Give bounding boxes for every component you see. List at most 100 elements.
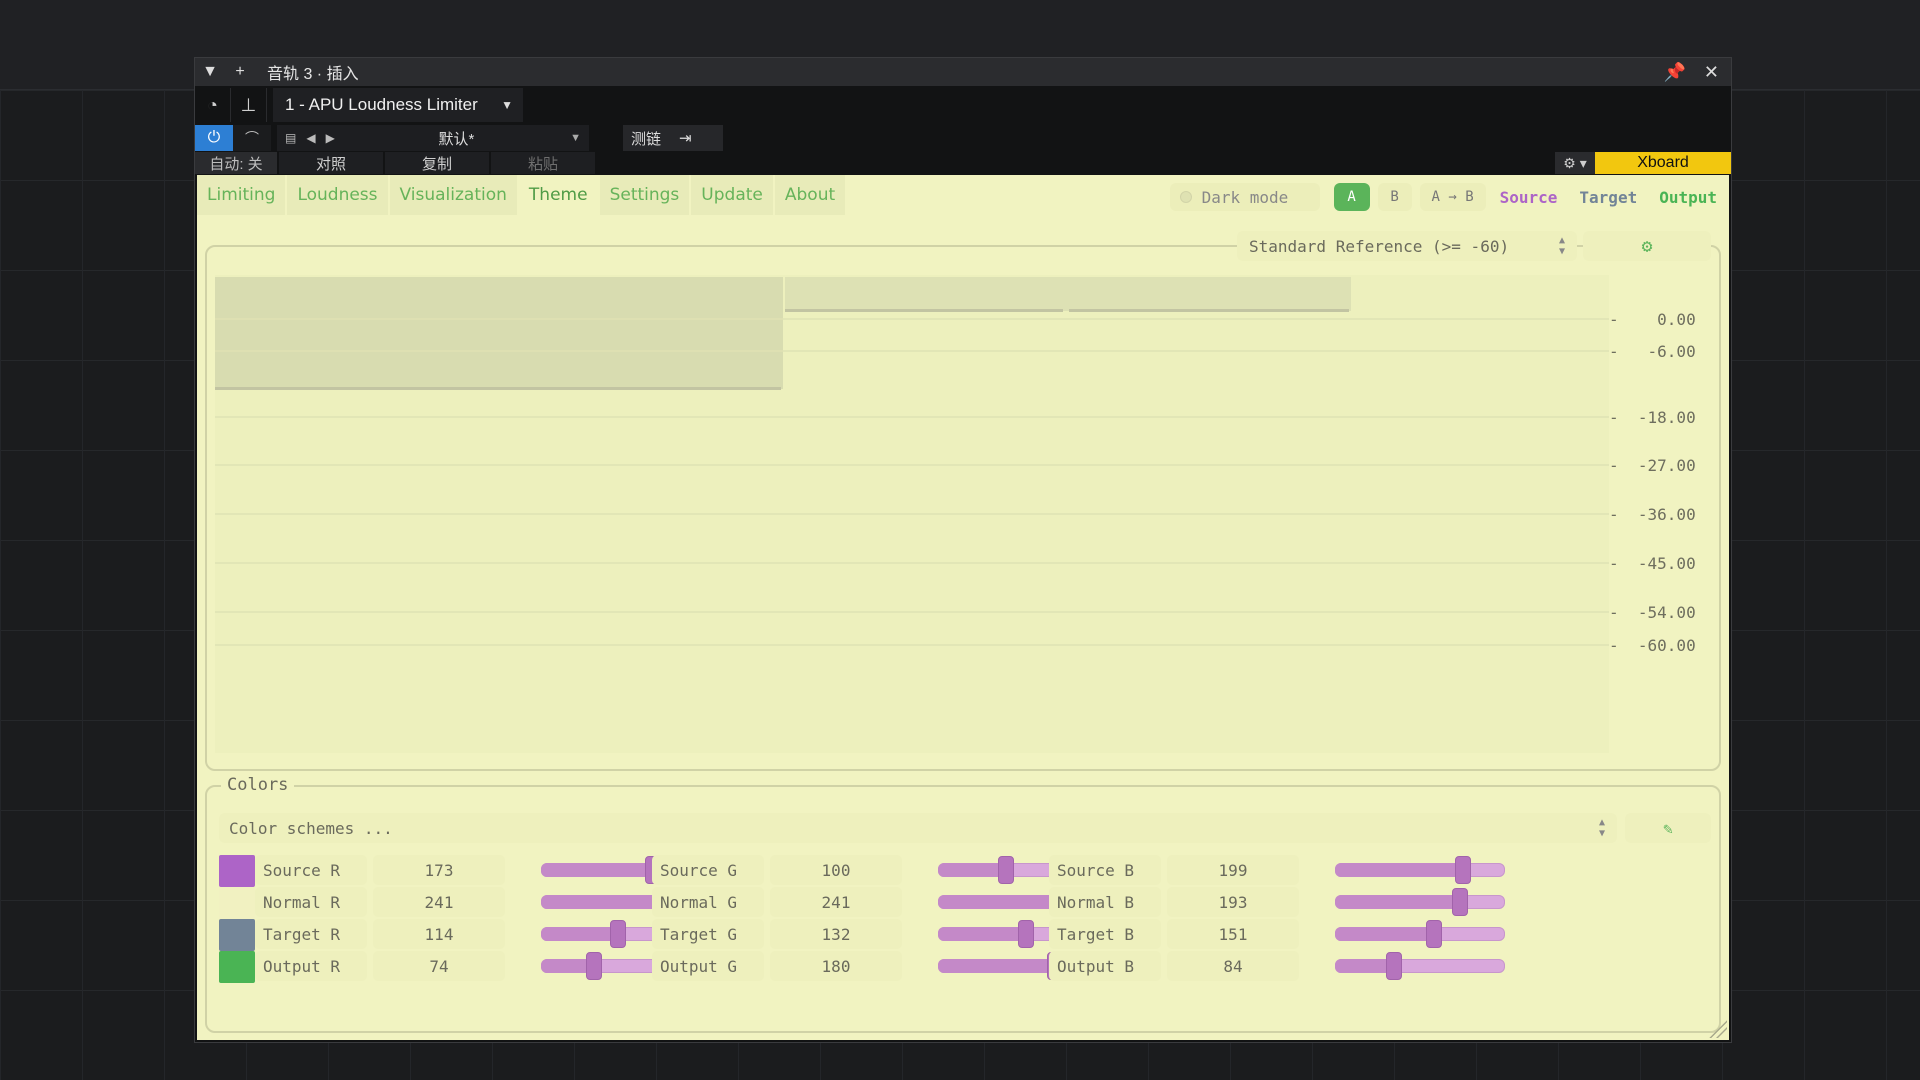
prev-preset-icon[interactable]: ◀ (306, 131, 315, 145)
a-to-b-button[interactable]: A → B (1419, 183, 1486, 211)
output-b-label: Output B (1049, 951, 1161, 981)
collapse-icon[interactable]: ▼ (195, 63, 225, 81)
tab-loudness[interactable]: Loudness (287, 175, 388, 215)
chain-button[interactable]: 测链 ⇥ (623, 125, 723, 151)
plugin-host-window: ▼ + 音轨 3 · 插入 📌 ✕ ◔ ⊥ 1 - APU Loudness L… (194, 57, 1732, 1043)
color-row-normal: Normal R 241 Normal G 241 Normal B 193 (219, 885, 1719, 919)
pin-icon[interactable]: 📌 (1663, 62, 1685, 83)
close-icon[interactable]: ✕ (1704, 62, 1719, 83)
y-tick-label: - -6.00 (1609, 342, 1696, 361)
slider-fill (938, 863, 1005, 877)
tab-update[interactable]: Update (691, 175, 773, 215)
updown-icon: ▲ ▼ (1598, 817, 1605, 839)
target-b-slider[interactable] (1335, 920, 1505, 948)
normal-b-value[interactable]: 193 (1167, 887, 1299, 917)
slider-thumb[interactable] (609, 920, 626, 948)
tab-visualization[interactable]: Visualization (389, 175, 517, 215)
toggle-dot-icon (1179, 191, 1192, 203)
legend-output[interactable]: Output (1659, 188, 1717, 207)
top-controls: Dark mode A B A → B Source Target Output (1169, 183, 1717, 211)
slider-thumb[interactable] (585, 952, 602, 980)
normal-g-value[interactable]: 241 (770, 887, 902, 917)
normal-b-slider[interactable] (1335, 888, 1505, 916)
add-icon[interactable]: + (225, 63, 255, 81)
gear-icon[interactable]: ⚙ ▾ (1555, 152, 1595, 174)
routing-icon[interactable]: ⊥ (231, 88, 267, 122)
xboard-button[interactable]: Xboard (1595, 152, 1731, 174)
b-button[interactable]: B (1377, 183, 1412, 211)
source-b-slider[interactable] (1335, 856, 1505, 884)
reference-select-value: Standard Reference (>= -60) (1249, 236, 1510, 256)
slider-fill (541, 863, 657, 877)
y-tick-label: - -60.00 (1609, 636, 1696, 655)
legend-target[interactable]: Target (1579, 188, 1637, 207)
dial-icon[interactable]: ◔ (195, 88, 231, 122)
normal-r-value[interactable]: 241 (373, 887, 505, 917)
tab-limiting[interactable]: Limiting (197, 175, 286, 215)
paste-button[interactable]: 粘贴 (491, 152, 595, 174)
source-level-block (215, 277, 783, 389)
next-preset-icon[interactable]: ▶ (326, 131, 335, 145)
plugin-selector-row: ◔ ⊥ 1 - APU Loudness Limiter ▼ (195, 86, 1731, 124)
target-r-value[interactable]: 114 (373, 919, 505, 949)
legend-source[interactable]: Source (1500, 188, 1558, 207)
source-r-value[interactable]: 173 (373, 855, 505, 885)
pencil-icon[interactable]: ✎ (1625, 813, 1711, 843)
color-row-source: Source R 173 Source G 100 Source B 199 (219, 853, 1719, 887)
power-icon[interactable]: ⏻ (195, 125, 233, 151)
tab-settings[interactable]: Settings (599, 175, 690, 215)
output-b-value[interactable]: 84 (1167, 951, 1299, 981)
slider-thumb[interactable] (1426, 920, 1443, 948)
slider-thumb[interactable] (1385, 952, 1402, 980)
send-icon: ⇥ (679, 130, 692, 147)
preset-list-icon[interactable]: ▤ (285, 131, 296, 145)
color-swatch-normal[interactable] (219, 887, 255, 919)
slider-thumb[interactable] (1017, 920, 1034, 948)
output-b-slider[interactable] (1335, 952, 1505, 980)
slider-thumb[interactable] (998, 856, 1015, 884)
dark-mode-toggle[interactable]: Dark mode (1169, 183, 1320, 211)
tab-about[interactable]: About (774, 175, 846, 215)
y-tick-label: - -45.00 (1609, 554, 1696, 573)
slider-fill (541, 927, 617, 941)
automation-toggle[interactable]: 自动: 关 (195, 152, 277, 174)
a-button[interactable]: A (1333, 183, 1370, 211)
color-scheme-select[interactable]: Color schemes ... ▲ ▼ (219, 813, 1617, 843)
target-b-value[interactable]: 151 (1167, 919, 1299, 949)
source-r-label: Source R (255, 855, 367, 885)
legend: Source Target Output (1500, 188, 1717, 207)
ab-switch: A B A → B (1333, 183, 1486, 211)
output-r-value[interactable]: 74 (373, 951, 505, 981)
color-swatch-target[interactable] (219, 919, 255, 951)
color-row-target: Target R 114 Target G 132 Target B 151 (219, 917, 1719, 951)
slider-thumb[interactable] (1451, 888, 1468, 916)
updown-icon: ▲ ▼ (1558, 235, 1565, 257)
slider-fill (541, 959, 591, 973)
target-g-value[interactable]: 132 (770, 919, 902, 949)
tab-bar: Limiting Loudness Visualization Theme Se… (197, 175, 847, 215)
chevron-down-icon: ▼ (570, 132, 581, 144)
color-scheme-placeholder: Color schemes ... (229, 818, 393, 838)
preset-selector[interactable]: ▤ ◀ ▶ 默认* ▼ (277, 125, 589, 151)
tab-theme[interactable]: Theme (518, 175, 598, 215)
chevron-down-icon: ▼ (501, 98, 513, 112)
output-g-value[interactable]: 180 (770, 951, 902, 981)
slider-fill (938, 959, 1058, 973)
gear-icon[interactable]: ⚙ (1583, 231, 1711, 261)
color-swatch-source[interactable] (219, 855, 255, 887)
y-tick-label: - -36.00 (1609, 505, 1696, 524)
source-g-value[interactable]: 100 (770, 855, 902, 885)
sidechain-icon[interactable]: ⌒ (233, 125, 271, 151)
copy-button[interactable]: 复制 (385, 152, 489, 174)
slider-fill (1335, 863, 1468, 877)
compare-button[interactable]: 对照 (279, 152, 383, 174)
resize-handle[interactable] (1707, 1018, 1727, 1038)
plugin-select[interactable]: 1 - APU Loudness Limiter ▼ (273, 88, 523, 122)
reference-select[interactable]: Standard Reference (>= -60) ▲ ▼ (1237, 231, 1577, 261)
source-b-value[interactable]: 199 (1167, 855, 1299, 885)
slider-fill (938, 927, 1026, 941)
preset-name: 默认* (438, 130, 475, 148)
color-swatch-output[interactable] (219, 951, 255, 983)
slider-thumb[interactable] (1455, 856, 1472, 884)
target-r-label: Target R (255, 919, 367, 949)
